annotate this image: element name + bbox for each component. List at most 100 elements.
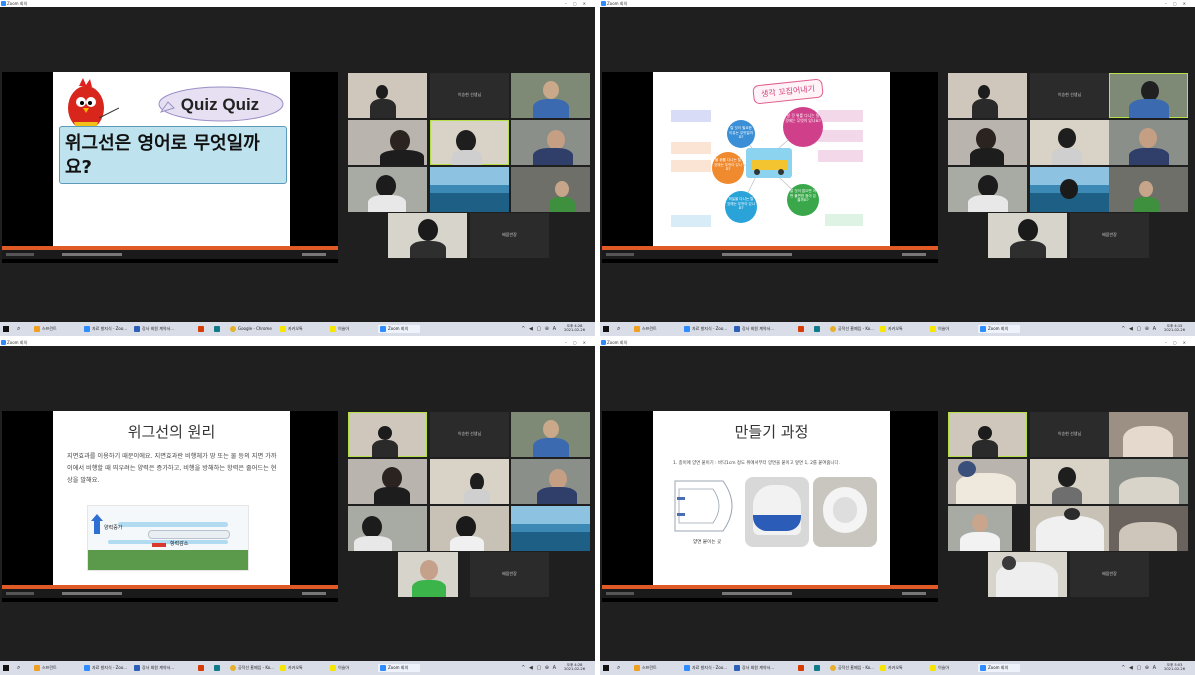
taskbar-item[interactable]: 스프린트	[634, 325, 657, 333]
windows-taskbar: ⌕ 스프린트 자료 발지식 - Zoo... 강사 회원 계약서... 공작선 …	[0, 661, 595, 675]
window-controls[interactable]: –▢✕	[1165, 0, 1192, 7]
window-controls[interactable]: –▢✕	[565, 339, 592, 346]
taskbar-item[interactable]: 카카오톡	[880, 325, 903, 333]
taskbar-item-zoom[interactable]: Zoom 회의	[378, 325, 421, 333]
video-tile-teacher[interactable]	[948, 73, 1027, 118]
taskbar-item[interactable]: 카카오톡	[280, 664, 303, 672]
taskbar-item[interactable]: 공작선 홈페임 - Ko...	[830, 325, 874, 333]
taskbar-item[interactable]: 공작선 홈페임 - Ko...	[230, 664, 274, 672]
system-tray[interactable]: ^ ◀ ▢ ⊕ A	[521, 326, 557, 332]
video-tile-name[interactable]: 배움반장	[1070, 213, 1149, 258]
video-tile-student-active[interactable]	[1109, 73, 1188, 118]
taskbar-item[interactable]	[198, 325, 206, 333]
video-tile-student[interactable]	[348, 506, 427, 551]
taskbar-item[interactable]: 스프린트	[34, 325, 57, 333]
video-tile-student[interactable]	[348, 459, 427, 504]
video-tile-student[interactable]	[1109, 412, 1188, 457]
windows-start-icon[interactable]	[603, 665, 609, 671]
video-tile-student[interactable]	[348, 167, 427, 212]
video-tile-student[interactable]	[511, 412, 590, 457]
taskbar-item[interactable]: 카카오톡	[280, 325, 303, 333]
video-tile-name[interactable]: 배움반장	[1070, 552, 1149, 597]
video-tile-student[interactable]	[1109, 459, 1188, 504]
video-tile-student[interactable]	[988, 213, 1067, 258]
taskbar-item[interactable]	[814, 325, 822, 333]
video-tile-name[interactable]: 배움반장	[470, 213, 549, 258]
taskbar-item[interactable]: 강사 회원 계약서...	[734, 325, 774, 333]
window-titlebar: Zoom 회의 –▢✕	[0, 339, 595, 346]
video-tile-student[interactable]	[511, 459, 590, 504]
taskbar-item-zoom[interactable]: Zoom 회의	[978, 664, 1021, 672]
taskbar-item[interactable]: 이슬아	[330, 664, 349, 672]
taskbar-item[interactable]: 자료 발지식 - Zoo...	[84, 664, 127, 672]
video-tile-student[interactable]	[388, 213, 467, 258]
taskbar-item[interactable]: 이슬아	[930, 664, 949, 672]
taskbar-item[interactable]: 이슬아	[930, 325, 949, 333]
video-tile-student[interactable]	[511, 167, 590, 212]
video-tile-student[interactable]	[1109, 120, 1188, 165]
taskbar-item[interactable]: 스프린트	[634, 664, 657, 672]
video-tile-student[interactable]	[1109, 167, 1188, 212]
taskbar-item[interactable]: 강사 회원 계약서...	[134, 325, 174, 333]
taskbar-item[interactable]: 이슬아	[330, 325, 349, 333]
search-icon[interactable]: ⌕	[17, 325, 20, 333]
taskbar-item[interactable]: 자료 발지식 - Zoo...	[684, 664, 727, 672]
taskbar-item[interactable]	[798, 664, 806, 672]
video-tile-student[interactable]	[430, 506, 509, 551]
taskbar-item[interactable]	[798, 325, 806, 333]
video-tile-name[interactable]: 이승현 선생님	[430, 412, 509, 457]
video-tile-teacher[interactable]	[348, 73, 427, 118]
window-controls[interactable]: –▢✕	[1165, 339, 1192, 346]
taskbar-item[interactable]: 스프린트	[34, 664, 57, 672]
taskbar-item[interactable]	[214, 325, 222, 333]
video-tile-student[interactable]	[948, 120, 1027, 165]
windows-start-icon[interactable]	[3, 326, 9, 332]
video-tile-student[interactable]	[511, 506, 590, 551]
video-tile-student[interactable]	[948, 167, 1027, 212]
taskbar-item[interactable]	[814, 664, 822, 672]
video-tile-name[interactable]: 배움반장	[470, 552, 549, 597]
search-icon[interactable]: ⌕	[617, 664, 620, 672]
video-tile-name[interactable]: 이승현 선생님	[1030, 73, 1109, 118]
video-tile-student[interactable]	[1030, 506, 1109, 551]
windows-start-icon[interactable]	[3, 665, 9, 671]
windows-start-icon[interactable]	[603, 326, 609, 332]
taskbar-item[interactable]	[214, 664, 222, 672]
video-tile-student[interactable]	[511, 73, 590, 118]
video-tile-name[interactable]: 이승현 선생님	[1030, 412, 1109, 457]
clock: 오후 4:15 2021-02-26	[1164, 324, 1185, 332]
video-tile-student[interactable]	[1030, 167, 1109, 212]
search-icon[interactable]: ⌕	[617, 325, 620, 333]
taskbar-item[interactable]: Google - Chrome	[230, 325, 272, 333]
taskbar-item[interactable]: 자료 발지식 - Zoo...	[84, 325, 127, 333]
video-tile-student[interactable]	[948, 459, 1027, 504]
video-tile-student[interactable]	[430, 459, 509, 504]
video-tile-teacher[interactable]	[948, 412, 1027, 457]
taskbar-item[interactable]: 강사 회원 계약서...	[134, 664, 174, 672]
video-tile-student[interactable]	[398, 552, 458, 597]
system-tray[interactable]: ^ ◀ ▢ ⊕ A	[521, 665, 557, 671]
video-tile-name[interactable]: 이승현 선생님	[430, 73, 509, 118]
video-tile-student[interactable]	[348, 120, 427, 165]
taskbar-item[interactable]: 공작선 홈페임 - Ko...	[830, 664, 874, 672]
taskbar-item-zoom[interactable]: Zoom 회의	[978, 325, 1021, 333]
video-tile-student-active[interactable]	[430, 120, 509, 165]
slide-step: 1. 종이에 양면 붙이기 : 바닥1cm 정도 위에서부터 양면을 붙이고 앞…	[673, 461, 840, 466]
video-tile-student[interactable]	[511, 120, 590, 165]
window-controls[interactable]: –▢✕	[565, 0, 592, 7]
video-tile-student[interactable]	[430, 167, 509, 212]
taskbar-item[interactable]: 카카오톡	[880, 664, 903, 672]
taskbar-item-zoom[interactable]: Zoom 회의	[378, 664, 421, 672]
video-tile-student[interactable]	[948, 506, 1012, 551]
taskbar-item[interactable]: 강사 회원 계약서...	[734, 664, 774, 672]
system-tray[interactable]: ^ ◀ ▢ ⊕ A	[1121, 665, 1157, 671]
video-tile-student[interactable]	[988, 552, 1067, 597]
video-tile-teacher[interactable]	[348, 412, 427, 457]
system-tray[interactable]: ^ ◀ ▢ ⊕ A	[1121, 326, 1157, 332]
video-tile-student[interactable]	[1109, 506, 1188, 551]
search-icon[interactable]: ⌕	[17, 664, 20, 672]
video-tile-student[interactable]	[1030, 459, 1109, 504]
taskbar-item[interactable]	[198, 664, 206, 672]
taskbar-item[interactable]: 자료 발지식 - Zoo...	[684, 325, 727, 333]
video-tile-student[interactable]	[1030, 120, 1109, 165]
